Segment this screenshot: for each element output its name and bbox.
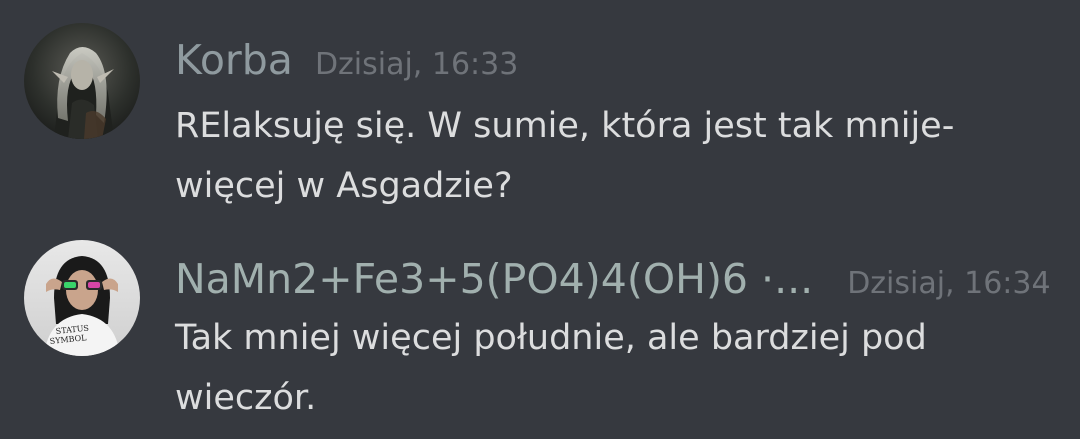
timestamp: Dzisiaj, 16:34 <box>847 266 1051 301</box>
message-header: Korba Dzisiaj, 16:33 <box>175 36 518 84</box>
user-avatar[interactable] <box>24 23 140 139</box>
avatar-image-dark-fantasy <box>24 23 140 139</box>
username[interactable]: Korba <box>175 36 293 84</box>
user-avatar[interactable]: STATUS SYMBOL <box>24 240 140 356</box>
message-item: Korba Dzisiaj, 16:33 RElaksuję się. W su… <box>0 0 1080 220</box>
username[interactable]: NaMn2+Fe3+5(PO4)4(OH)6 ·... <box>175 255 813 303</box>
message-text: RElaksuję się. W sumie, która jest tak m… <box>175 106 955 206</box>
timestamp: Dzisiaj, 16:33 <box>314 47 519 82</box>
avatar-image-girl-sunglasses: STATUS SYMBOL <box>24 240 140 356</box>
message-text: Tak mniej więcej południe, ale bardziej … <box>175 318 927 418</box>
message-item: STATUS SYMBOL NaMn2+Fe3+5(PO4)4(OH)6 ·..… <box>0 220 1080 439</box>
message-header: NaMn2+Fe3+5(PO4)4(OH)6 ·... Dzisiaj, 16:… <box>175 255 1051 303</box>
